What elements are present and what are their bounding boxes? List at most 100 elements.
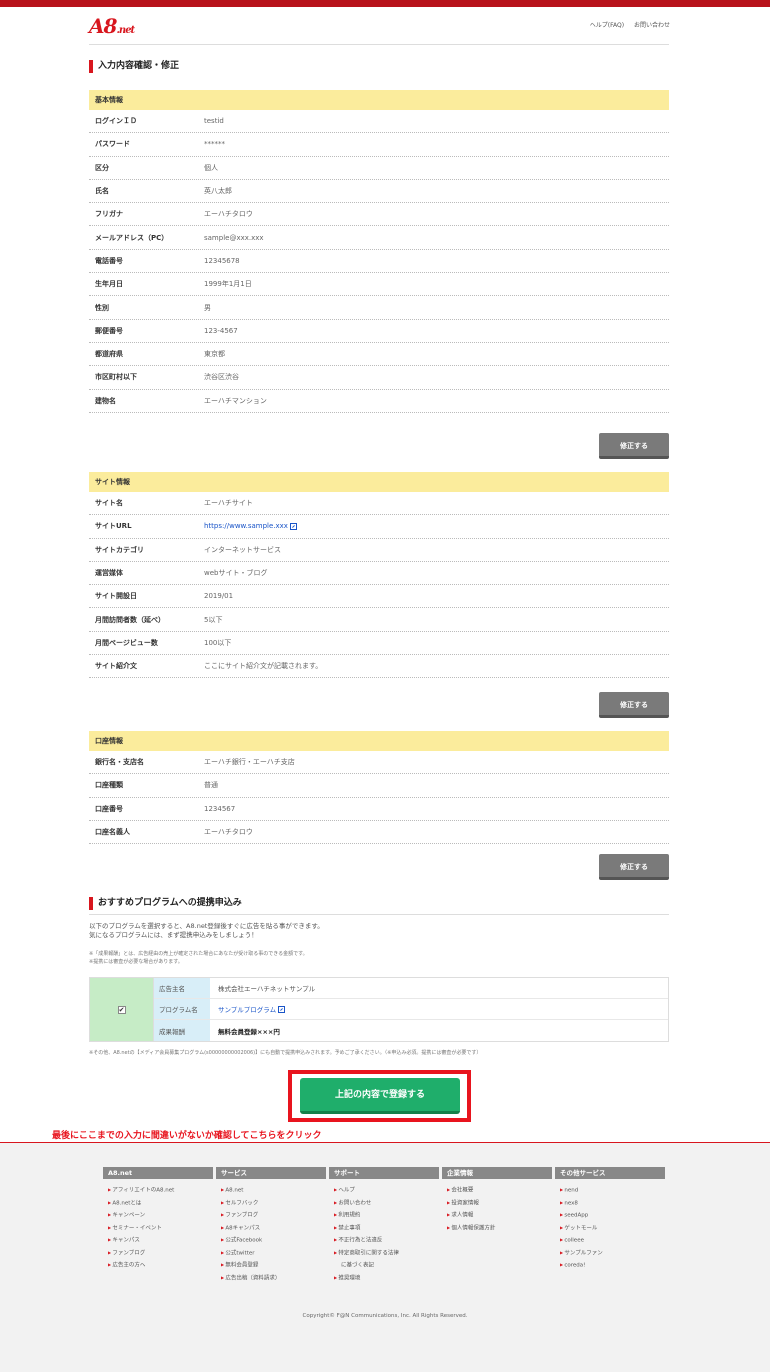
help-link[interactable]: ヘルプ(FAQ) (590, 22, 624, 29)
program-row: プログラム名 サンプルプログラム (154, 999, 668, 1020)
footer-col-support: サポート ヘルプ お問い合わせ 利用規約 禁止事項 不正行為と法違反 特定商取引… (329, 1167, 439, 1284)
row-value: 1999年1月1日 (204, 280, 252, 289)
row-value: ****** (204, 140, 225, 149)
footer-link[interactable]: キャンペーン (103, 1209, 213, 1222)
footer-link[interactable]: 個人情報保護方針 (442, 1222, 552, 1235)
footer-link[interactable]: 広告主の方へ (103, 1259, 213, 1272)
row-value: エーハチマンション (204, 396, 267, 405)
top-bar (0, 0, 770, 7)
footer-link[interactable]: 不正行為と法違反 (329, 1234, 439, 1247)
footer-link[interactable]: ゲットモール (555, 1222, 665, 1235)
recommend-notes: ※「成果報酬」とは、広告経由の売上が確定された場合にあなたが受け取る事のできる金… (89, 950, 308, 966)
recommend-text: 以下のプログラムを選択すると、A8.net登録後すぐに広告を貼る事ができます。 … (89, 922, 324, 940)
footer-link-continued[interactable]: に基づく表記 (329, 1259, 439, 1272)
edit-basic-button[interactable]: 修正する (599, 433, 669, 459)
program-checkbox[interactable]: ✔ (117, 1005, 126, 1014)
footer-col-title: サービス (216, 1167, 326, 1179)
footer-col-other: その他サービス nend nex8 seedApp ゲットモール colleee… (555, 1167, 665, 1272)
row-value: 英八太郎 (204, 187, 232, 196)
footer-link[interactable]: セミナー・イベント (103, 1222, 213, 1235)
info-row: サイトカテゴリ インターネットサービス (89, 539, 669, 562)
footer-link[interactable]: 公式Facebook (216, 1234, 326, 1247)
footer-link[interactable]: セルフバック (216, 1197, 326, 1210)
footer-link[interactable]: 特定商取引に関する法律 (329, 1247, 439, 1260)
info-row: フリガナ エーハチタロウ (89, 203, 669, 227)
row-label: サイト開設日 (95, 592, 137, 601)
footer-link[interactable]: A8.netとは (103, 1197, 213, 1210)
footer-link[interactable]: colleee (555, 1234, 665, 1247)
footer-link[interactable]: 推奨環境 (329, 1272, 439, 1285)
recommend-text-line: 気になるプログラムには、まず提携申込みをしましょう！ (89, 931, 258, 939)
info-row: 生年月日 1999年1月1日 (89, 273, 669, 297)
footer-link[interactable]: ヘルプ (329, 1184, 439, 1197)
footer-link[interactable]: coreda! (555, 1259, 665, 1272)
row-value: エーハチ銀行・エーハチ支店 (204, 758, 295, 767)
info-row: 区分 個人 (89, 157, 669, 180)
footer-link[interactable]: キャンパス (103, 1234, 213, 1247)
footer-link[interactable]: 求人情報 (442, 1209, 552, 1222)
info-row: 口座番号 1234567 (89, 798, 669, 821)
footer-link[interactable]: 利用規約 (329, 1209, 439, 1222)
row-label: 口座名義人 (95, 828, 130, 837)
info-row: 電話番号 12345678 (89, 250, 669, 274)
edit-bank-button[interactable]: 修正する (599, 854, 669, 880)
footer-col-service: サービス A8.net セルフバック ファンブログ A8キャンパス 公式Face… (216, 1167, 326, 1284)
footer-link[interactable]: A8キャンパス (216, 1222, 326, 1235)
row-value: webサイト・ブログ (204, 569, 268, 578)
footer-link[interactable]: お問い合わせ (329, 1197, 439, 1210)
info-row: 氏名 英八太郎 (89, 180, 669, 204)
bank-info-section: 口座情報 銀行名・支店名 エーハチ銀行・エーハチ支店 口座種類 普通 口座番号 123… (89, 731, 669, 845)
row-label: 月間訪問者数（延べ） (95, 615, 165, 624)
other-program-note: ※その他、A8.netの【メディア会員募集プログラム(s000000000020… (89, 1050, 482, 1056)
reward-value: 無料会員登録×××円 (218, 1027, 280, 1036)
a8-logo[interactable]: A8.net (89, 14, 135, 38)
row-label: サイト紹介文 (95, 662, 137, 671)
info-row: 月間訪問者数（延べ） 5以下 (89, 608, 669, 632)
program-label: 成果報酬 (154, 1020, 210, 1041)
footer-link[interactable]: 無料会員登録 (216, 1259, 326, 1272)
row-label: 電話番号 (95, 256, 123, 265)
copyright: Copyright© F@N Communications, Inc. All … (302, 1313, 468, 1319)
footer-link[interactable]: 投資家情報 (442, 1197, 552, 1210)
row-label: 氏名 (95, 187, 109, 196)
info-row: サイト紹介文 ここにサイト紹介文が記載されます。 (89, 655, 669, 679)
footer-link[interactable]: 禁止事項 (329, 1222, 439, 1235)
row-value: インターネットサービス (204, 545, 281, 554)
info-row: 都道府県 東京都 (89, 343, 669, 367)
footer-link[interactable]: ファンブログ (103, 1247, 213, 1260)
footer-link[interactable]: seedApp (555, 1209, 665, 1222)
program-details: 広告主名 株式会社エーハチネットサンプル プログラム名 サンプルプログラム 成果報酬… (154, 978, 668, 1041)
callout-annotation: 最後にここまでの入力に間違いがないか確認してこちらをクリック (52, 1131, 322, 1141)
row-label: 市区町村以下 (95, 373, 137, 382)
row-label: サイトURL (95, 522, 132, 531)
row-value: sample@xxx.xxx (204, 233, 264, 242)
program-label: 広告主名 (154, 978, 210, 998)
footer-link[interactable]: 会社概要 (442, 1184, 552, 1197)
contact-link[interactable]: お問い合わせ (634, 22, 670, 29)
footer-link[interactable]: nend (555, 1184, 665, 1197)
row-value: 2019/01 (204, 592, 234, 601)
row-label: 口座種類 (95, 781, 123, 790)
footer-link[interactable]: 広告出稿（資料請求） (216, 1272, 326, 1285)
info-row: 郵便番号 123-4567 (89, 320, 669, 343)
site-url-link[interactable]: https://www.sample.xxx (204, 522, 288, 530)
footer-link[interactable]: サンプルファン (555, 1247, 665, 1260)
row-label: 郵便番号 (95, 326, 123, 335)
basic-info-section: 基本情報 ログインＩＤ testid パスワード ****** 区分 個人 氏名 英八太… (89, 90, 669, 413)
row-value: 普通 (204, 781, 218, 790)
submit-register-button[interactable]: 上記の内容で登録する (300, 1078, 460, 1114)
advertiser-name: 株式会社エーハチネットサンプル (218, 985, 316, 993)
footer-link[interactable]: nex8 (555, 1197, 665, 1210)
footer-link[interactable]: ファンブログ (216, 1209, 326, 1222)
program-label: プログラム名 (154, 999, 210, 1019)
program-name-link[interactable]: サンプルプログラム (210, 1004, 276, 1014)
bank-info-heading: 口座情報 (89, 731, 669, 751)
footer-link[interactable]: アフィリエイトのA8.net (103, 1184, 213, 1197)
footer-link[interactable]: A8.net (216, 1184, 326, 1197)
row-value: 100以下 (204, 638, 232, 647)
edit-site-button[interactable]: 修正する (599, 692, 669, 718)
recommend-divider (89, 914, 669, 915)
footer-link[interactable]: 公式twitter (216, 1247, 326, 1260)
row-label: 区分 (95, 163, 109, 172)
row-value: 個人 (204, 163, 218, 172)
